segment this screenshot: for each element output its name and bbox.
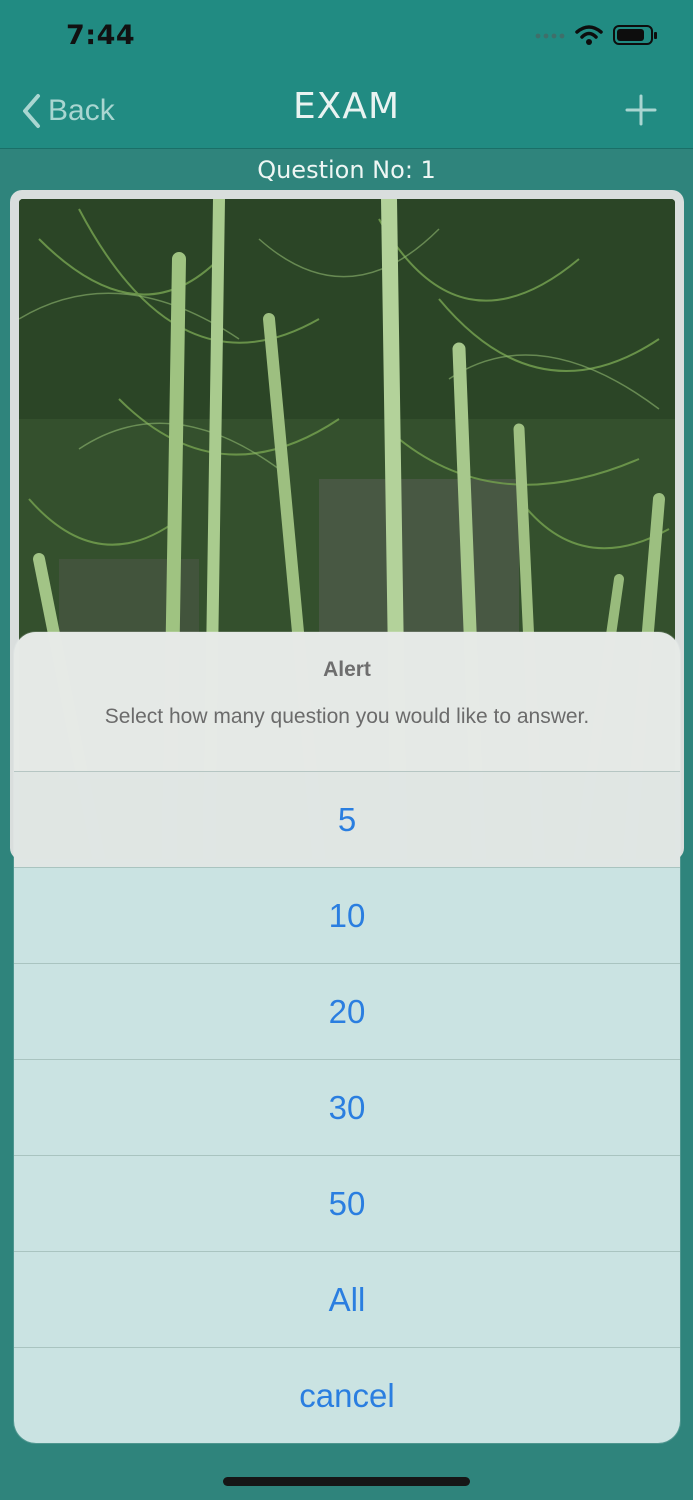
option-5-button[interactable]: 5	[14, 772, 680, 868]
option-all-button[interactable]: All	[14, 1252, 680, 1348]
battery-icon	[613, 25, 657, 45]
option-20-button[interactable]: 20	[14, 964, 680, 1060]
navigation-bar: Back EXAM	[0, 76, 693, 149]
option-50-button[interactable]: 50	[14, 1156, 680, 1252]
wifi-icon	[575, 25, 603, 45]
question-number: Question No: 1	[257, 156, 436, 184]
page-title: EXAM	[292, 86, 401, 127]
alert-header: Alert Select how many question you would…	[14, 632, 680, 772]
alert-dialog: Alert Select how many question you would…	[14, 632, 680, 1443]
plus-icon[interactable]	[625, 94, 657, 126]
cancel-button[interactable]: cancel	[14, 1348, 680, 1443]
status-bar: 7:44	[0, 0, 693, 76]
home-indicator[interactable]	[223, 1477, 470, 1486]
option-10-button[interactable]: 10	[14, 868, 680, 964]
signal-icon	[535, 33, 565, 39]
status-time: 7:44	[66, 20, 136, 51]
alert-title: Alert	[323, 658, 371, 681]
status-icons	[535, 24, 659, 46]
option-30-button[interactable]: 30	[14, 1060, 680, 1156]
alert-message: Select how many question you would like …	[104, 705, 590, 728]
